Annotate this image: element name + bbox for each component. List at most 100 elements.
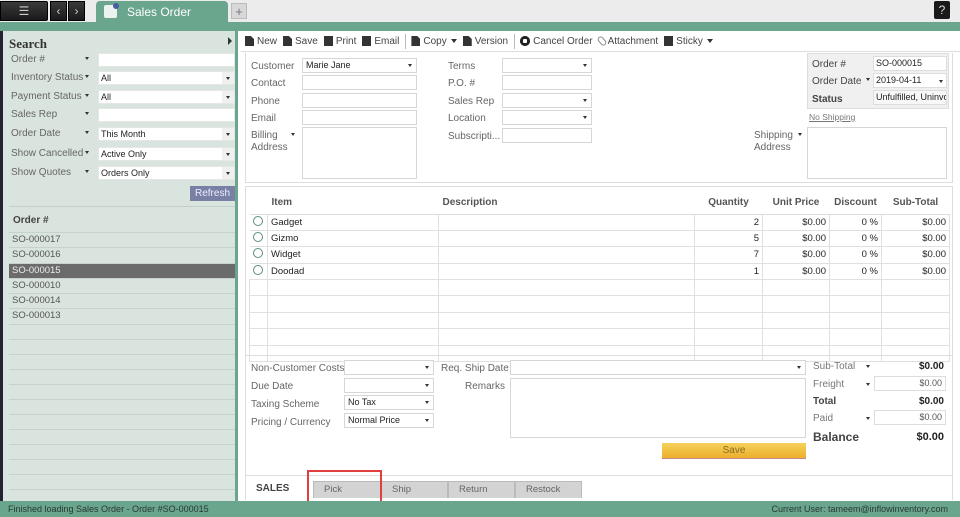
item-cell[interactable]: Doodad — [267, 262, 439, 281]
order-list-item-selected[interactable]: SO-000015 — [9, 262, 235, 278]
empty-table-row[interactable] — [249, 311, 950, 330]
empty-table-row[interactable] — [249, 328, 950, 346]
chevron-down-icon[interactable] — [450, 39, 457, 43]
table-row[interactable]: Doodad 1 $0.00 0 % $0.00 — [249, 262, 950, 281]
shipping-address-caret-icon[interactable] — [798, 133, 802, 136]
phone-input[interactable] — [302, 93, 417, 108]
paid-input[interactable]: $0.00 — [874, 410, 946, 425]
remarks-textarea[interactable] — [510, 378, 806, 438]
menu-button[interactable]: ☰ — [0, 1, 48, 21]
due-date-select[interactable] — [344, 378, 434, 393]
chevron-down-icon[interactable] — [222, 91, 234, 103]
email-input[interactable] — [302, 110, 417, 125]
cancel-order-button[interactable]: Cancel Order — [520, 36, 593, 47]
save-toolbar-button[interactable]: Save — [283, 36, 318, 47]
dropdown-caret-icon[interactable] — [85, 170, 89, 173]
quantity-cell[interactable]: 7 — [694, 246, 763, 264]
help-button[interactable]: ? — [934, 1, 950, 19]
unit-price-cell[interactable]: $0.00 — [762, 262, 830, 281]
chevron-down-icon[interactable] — [706, 39, 713, 43]
description-cell[interactable] — [438, 246, 695, 264]
quantity-column-header[interactable]: Quantity — [694, 191, 763, 215]
subscription-input[interactable] — [502, 128, 592, 143]
subtotal-column-header[interactable]: Sub-Total — [881, 191, 950, 215]
chevron-down-icon[interactable] — [421, 379, 433, 392]
unit-price-cell[interactable]: $0.00 — [762, 229, 830, 248]
order-date-select[interactable]: 2019-04-11 — [873, 73, 947, 88]
pricing-currency-select[interactable]: Normal Price — [344, 413, 434, 428]
dropdown-caret-icon[interactable] — [85, 75, 89, 78]
item-cell[interactable]: Gadget — [267, 213, 439, 231]
table-row[interactable]: Gizmo 5 $0.00 0 % $0.00 — [249, 229, 950, 248]
dropdown-caret-icon[interactable] — [85, 94, 89, 97]
table-row[interactable]: Gadget 2 $0.00 0 % $0.00 — [249, 213, 950, 231]
quantity-cell[interactable]: 2 — [694, 213, 763, 231]
taxing-scheme-select[interactable]: No Tax — [344, 395, 434, 410]
inventory-status-select[interactable]: All — [98, 71, 235, 85]
copy-button[interactable]: Copy — [411, 36, 457, 47]
add-tab-button[interactable]: + — [231, 3, 247, 19]
sticky-button[interactable]: Sticky — [664, 36, 713, 47]
tab-restock[interactable]: Restock — [515, 481, 582, 498]
freight-caret-icon[interactable] — [866, 383, 870, 386]
chevron-down-icon[interactable] — [421, 361, 433, 374]
chevron-down-icon[interactable] — [421, 414, 433, 427]
unit-price-column-header[interactable]: Unit Price — [762, 191, 830, 215]
refresh-button[interactable]: Refresh — [190, 186, 235, 201]
order-number-input[interactable] — [98, 53, 235, 67]
chevron-down-icon[interactable] — [222, 148, 234, 160]
quantity-cell[interactable]: 1 — [694, 262, 763, 281]
description-cell[interactable] — [438, 213, 695, 231]
row-status-icon[interactable] — [252, 264, 263, 275]
description-column-header[interactable]: Description — [438, 191, 695, 215]
sales-rep-input[interactable] — [98, 108, 235, 122]
tab-sales[interactable]: SALES — [256, 483, 289, 494]
description-cell[interactable] — [438, 229, 695, 248]
tab-sales-order[interactable]: Sales Order — [96, 1, 228, 22]
unit-price-cell[interactable]: $0.00 — [762, 246, 830, 264]
chevron-down-icon[interactable] — [404, 59, 416, 72]
order-date-caret-icon[interactable] — [866, 78, 870, 81]
order-list-item[interactable]: SO-000016 — [9, 247, 235, 262]
chevron-down-icon[interactable] — [579, 94, 591, 107]
show-cancelled-select[interactable]: Active Only — [98, 147, 235, 161]
billing-address-textarea[interactable] — [302, 127, 417, 179]
customer-select[interactable]: Marie Jane — [302, 58, 417, 73]
sales-rep-select[interactable] — [502, 93, 592, 108]
tab-ship[interactable]: Ship — [381, 481, 448, 498]
subtotal-caret-icon[interactable] — [866, 365, 870, 368]
row-status-icon[interactable] — [252, 232, 263, 243]
tab-return[interactable]: Return — [448, 481, 515, 498]
discount-cell[interactable]: 0 % — [829, 213, 882, 231]
terms-select[interactable] — [502, 58, 592, 73]
order-number-field[interactable]: SO-000015 — [873, 56, 947, 71]
new-button[interactable]: New — [245, 36, 277, 47]
order-list-item[interactable]: SO-000014 — [9, 293, 235, 308]
forward-button[interactable]: › — [68, 1, 85, 21]
discount-cell[interactable]: 0 % — [829, 229, 882, 248]
row-status-icon[interactable] — [252, 248, 263, 259]
discount-column-header[interactable]: Discount — [829, 191, 882, 215]
chevron-down-icon[interactable] — [222, 167, 234, 179]
po-input[interactable] — [502, 75, 592, 90]
empty-table-row[interactable] — [249, 295, 950, 313]
table-row[interactable]: Widget 7 $0.00 0 % $0.00 — [249, 246, 950, 264]
chevron-down-icon[interactable] — [222, 128, 234, 140]
chevron-down-icon[interactable] — [579, 59, 591, 72]
discount-cell[interactable]: 0 % — [829, 246, 882, 264]
dropdown-caret-icon[interactable] — [85, 112, 89, 115]
item-cell[interactable]: Widget — [267, 246, 439, 264]
chevron-down-icon[interactable] — [421, 396, 433, 409]
paid-caret-icon[interactable] — [866, 417, 870, 420]
save-button[interactable]: Save — [662, 443, 806, 459]
order-date-select[interactable]: This Month — [98, 127, 235, 141]
empty-table-row[interactable] — [249, 279, 950, 297]
tab-pick[interactable]: Pick — [313, 481, 381, 498]
order-list-item[interactable]: SO-000017 — [9, 232, 235, 247]
chevron-down-icon[interactable] — [793, 361, 805, 374]
non-customer-costs-select[interactable] — [344, 360, 434, 375]
chevron-down-icon[interactable] — [222, 72, 234, 84]
freight-input[interactable]: $0.00 — [874, 376, 946, 391]
dropdown-caret-icon[interactable] — [85, 131, 89, 134]
req-ship-date-select[interactable] — [510, 360, 806, 375]
